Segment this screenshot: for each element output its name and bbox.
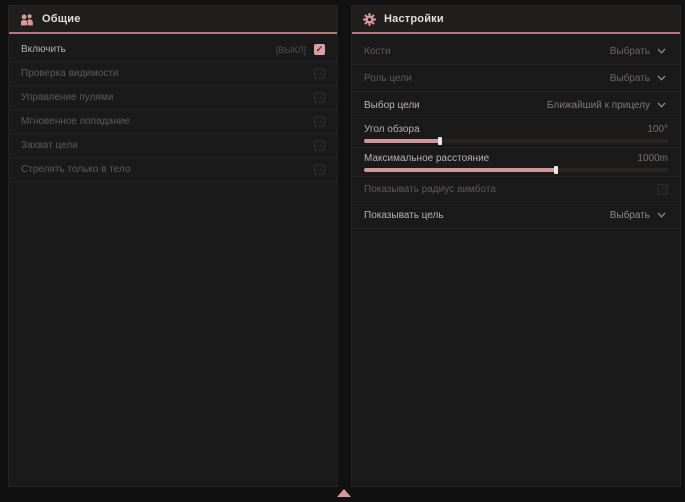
show-target-select[interactable]: Выбрать <box>608 208 668 223</box>
chevron-down-icon <box>657 102 666 108</box>
row-bones-label: Кости <box>364 46 391 57</box>
row-show-target: Показывать цель Выбрать <box>352 202 680 229</box>
row-visibility-check-checkbox[interactable] <box>314 68 325 79</box>
show-target-select-value: Выбрать <box>610 210 650 221</box>
row-max-distance-label: Максимальное расстояние <box>364 153 489 164</box>
row-enable: Включить [ВЫКЛ] ✓ <box>9 38 337 62</box>
row-bullet-control-label: Управление пулями <box>21 92 113 103</box>
row-visibility-check: Проверка видимости <box>9 62 337 86</box>
row-target-role-label: Роль цели <box>364 73 412 84</box>
users-icon <box>20 13 34 26</box>
row-show-aimbot-radius: Показывать радиус аимбота <box>352 177 680 202</box>
row-target-role: Роль цели Выбрать <box>352 65 680 92</box>
row-target-lock: Захват цели <box>9 134 337 158</box>
row-enable-checkbox[interactable]: ✓ <box>314 44 325 55</box>
target-selection-select-value: Ближайший к прицелу <box>547 100 650 111</box>
row-fov: Угол обзора 100° <box>352 119 680 148</box>
row-body-only: Стрелять только в тело <box>9 158 337 182</box>
settings-panel-header: Настройки <box>352 6 680 34</box>
bones-select-value: Выбрать <box>610 46 650 57</box>
general-panel-header: Общие <box>9 6 337 34</box>
row-target-lock-checkbox[interactable] <box>314 140 325 151</box>
show-aimbot-radius-checkbox[interactable] <box>657 184 668 195</box>
row-enable-hotkey[interactable]: [ВЫКЛ] <box>276 45 306 55</box>
row-target-selection-label: Выбор цели <box>364 100 420 111</box>
row-bones: Кости Выбрать <box>352 38 680 65</box>
bones-select[interactable]: Выбрать <box>608 44 668 59</box>
row-bullet-control: Управление пулями <box>9 86 337 110</box>
cursor-icon <box>337 489 351 497</box>
max-distance-value: 1000m <box>637 153 668 164</box>
general-panel: Общие Включить [ВЫКЛ] ✓ Проверка видимос… <box>8 5 338 487</box>
settings-panel-title: Настройки <box>384 13 444 25</box>
target-selection-select[interactable]: Ближайший к прицелу <box>545 98 668 113</box>
chevron-down-icon <box>657 48 666 54</box>
settings-panel-body: Кости Выбрать Роль цели Выбрать Выбор це… <box>352 34 680 229</box>
row-instant-hit: Мгновенное попадание <box>9 110 337 134</box>
target-role-select[interactable]: Выбрать <box>608 71 668 86</box>
row-bullet-control-checkbox[interactable] <box>314 92 325 103</box>
max-distance-slider-handle[interactable] <box>554 166 558 174</box>
row-body-only-label: Стрелять только в тело <box>21 164 130 175</box>
chevron-down-icon <box>657 212 666 218</box>
chevron-down-icon <box>657 75 666 81</box>
mod-menu-screen: Общие Включить [ВЫКЛ] ✓ Проверка видимос… <box>0 0 685 502</box>
row-target-selection: Выбор цели Ближайший к прицелу <box>352 92 680 119</box>
gear-icon <box>363 13 376 26</box>
fov-slider[interactable] <box>364 139 668 143</box>
general-panel-title: Общие <box>42 13 81 25</box>
general-panel-body: Включить [ВЫКЛ] ✓ Проверка видимости Упр… <box>9 34 337 182</box>
check-icon: ✓ <box>314 44 325 55</box>
row-show-aimbot-radius-label: Показывать радиус аимбота <box>364 184 496 195</box>
settings-panel: Настройки Кости Выбрать Роль цели Выбрат… <box>351 5 681 487</box>
fov-slider-handle[interactable] <box>438 137 442 145</box>
row-target-lock-label: Захват цели <box>21 140 78 151</box>
row-max-distance: Максимальное расстояние 1000m <box>352 148 680 177</box>
row-visibility-check-label: Проверка видимости <box>21 68 119 79</box>
row-enable-label: Включить <box>21 44 66 55</box>
target-role-select-value: Выбрать <box>610 73 650 84</box>
row-show-target-label: Показывать цель <box>364 210 444 221</box>
fov-value: 100° <box>647 124 668 135</box>
row-instant-hit-checkbox[interactable] <box>314 116 325 127</box>
row-fov-label: Угол обзора <box>364 124 420 135</box>
max-distance-slider[interactable] <box>364 168 668 172</box>
row-body-only-checkbox[interactable] <box>314 164 325 175</box>
row-instant-hit-label: Мгновенное попадание <box>21 116 130 127</box>
